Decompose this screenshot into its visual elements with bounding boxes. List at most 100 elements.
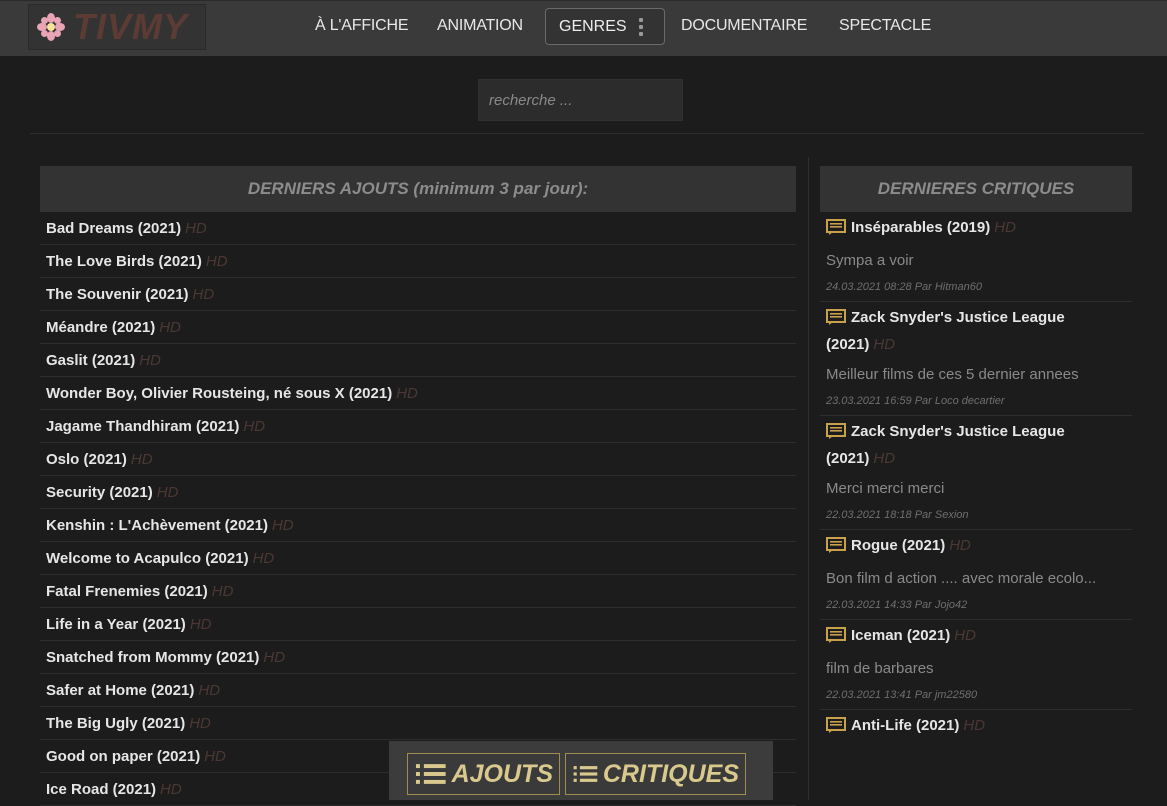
hd-badge: HD bbox=[156, 483, 179, 501]
kebab-menu-icon bbox=[638, 17, 643, 36]
hd-badge: HD bbox=[263, 648, 286, 666]
comment-icon bbox=[826, 423, 846, 447]
critique-meta: 22.03.2021 14:33 Par Jojo42 bbox=[820, 589, 1132, 620]
hd-badge: HD bbox=[139, 351, 161, 369]
column-divider bbox=[808, 157, 809, 800]
logo-text: TIVMY bbox=[73, 6, 189, 47]
critique-film: Anti-Life (2021) bbox=[851, 717, 960, 734]
list-item[interactable]: Oslo (2021) HD bbox=[40, 443, 796, 476]
list-icon bbox=[415, 764, 446, 784]
hd-badge: HD bbox=[130, 450, 153, 468]
critique-text: Sympa a voir bbox=[826, 252, 914, 269]
film-title: The Big Ugly (2021) bbox=[46, 714, 186, 732]
list-item[interactable]: Méandre (2021) HD bbox=[40, 311, 796, 344]
list-item[interactable]: The Love Birds (2021) HD bbox=[40, 245, 796, 278]
film-title: Fatal Frenemies (2021) bbox=[46, 582, 208, 600]
film-title: Méandre (2021) bbox=[46, 318, 156, 336]
critique-title[interactable]: Iceman (2021) HD bbox=[820, 620, 1132, 651]
nav-documentaire[interactable]: DOCUMENTAIRE bbox=[681, 17, 807, 35]
film-title: The Souvenir (2021) bbox=[46, 285, 189, 303]
hd-badge: HD bbox=[873, 450, 896, 467]
nav-spectacle[interactable]: SPECTACLE bbox=[839, 17, 931, 35]
film-title: Ice Road (2021) bbox=[46, 780, 157, 798]
film-title: Oslo (2021) bbox=[46, 450, 127, 468]
hd-badge: HD bbox=[189, 714, 211, 732]
hd-badge: HD bbox=[396, 384, 418, 402]
film-title: Good on paper (2021) bbox=[46, 747, 201, 765]
hd-badge: HD bbox=[185, 219, 207, 237]
critiques-button[interactable]: CRITIQUES bbox=[565, 753, 746, 795]
comment-icon bbox=[826, 219, 846, 243]
list-item[interactable]: The Big Ugly (2021) HD bbox=[40, 707, 796, 740]
critique-meta: 22.03.2021 13:41 Par jm22580 bbox=[820, 679, 1132, 710]
critique-title[interactable]: Inséparables (2019) HD bbox=[820, 212, 1132, 243]
hd-badge: HD bbox=[963, 717, 986, 734]
nav-animation[interactable]: ANIMATION bbox=[437, 17, 523, 35]
list-item[interactable]: The Souvenir (2021) HD bbox=[40, 278, 796, 311]
list-item[interactable]: Kenshin : L'Achèvement (2021) HD bbox=[40, 509, 796, 542]
list-item[interactable]: Gaslit (2021) HD bbox=[40, 344, 796, 377]
list-item[interactable]: Life in a Year (2021) HD bbox=[40, 608, 796, 641]
hd-badge: HD bbox=[949, 537, 971, 554]
critique-title[interactable]: Rogue (2021) HD bbox=[820, 530, 1132, 561]
hd-badge: HD bbox=[204, 747, 226, 765]
list-item[interactable]: Snatched from Mommy (2021) HD bbox=[40, 641, 796, 674]
critique-title[interactable]: Anti-Life (2021) HD bbox=[820, 710, 1132, 741]
hd-badge: HD bbox=[159, 318, 181, 336]
latest-critiques-header: DERNIERES CRITIQUES bbox=[820, 166, 1132, 212]
nav-genres-label: GENRES bbox=[559, 17, 627, 35]
critique-text: Merci merci merci bbox=[826, 480, 945, 497]
list-icon bbox=[573, 766, 598, 782]
film-title: Life in a Year (2021) bbox=[46, 615, 186, 633]
critique-film: Rogue (2021) bbox=[851, 537, 946, 554]
list-item[interactable]: Welcome to Acapulco (2021) HD bbox=[40, 542, 796, 575]
critique-meta: 23.03.2021 16:59 Par Loco decartier bbox=[820, 385, 1132, 416]
latest-critiques-list: Inséparables (2019) HD Sympa a voir 24.03.2… bbox=[820, 212, 1132, 741]
critique-text: Meilleur films de ces 5 dernier annees bbox=[826, 366, 1079, 383]
header-divider bbox=[30, 133, 1144, 134]
film-title: Wonder Boy, Olivier Rousteing, né sous X… bbox=[46, 384, 393, 402]
film-title: Welcome to Acapulco (2021) bbox=[46, 549, 249, 567]
critique-film: Zack Snyder's Justice League (2021) bbox=[826, 309, 1065, 353]
comment-icon bbox=[826, 309, 846, 333]
list-item[interactable]: Security (2021) HD bbox=[40, 476, 796, 509]
hd-badge: HD bbox=[271, 516, 294, 534]
hd-badge: HD bbox=[252, 549, 275, 567]
hd-badge: HD bbox=[192, 285, 215, 303]
film-title: Snatched from Mommy (2021) bbox=[46, 648, 260, 666]
list-item[interactable]: Wonder Boy, Olivier Rousteing, né sous X… bbox=[40, 377, 796, 410]
critique-text: film de barbares bbox=[826, 660, 934, 677]
film-title: Kenshin : L'Achèvement (2021) bbox=[46, 516, 268, 534]
film-title: Safer at Home (2021) bbox=[46, 681, 195, 699]
ajouts-label: AJOUTS bbox=[451, 759, 553, 788]
critique-film: Iceman (2021) bbox=[851, 627, 951, 644]
list-item[interactable]: Bad Dreams (2021) HD bbox=[40, 212, 796, 245]
hd-badge: HD bbox=[994, 219, 1016, 236]
critique-text: Bon film d action .... avec morale ecolo… bbox=[826, 570, 1097, 587]
film-title: Bad Dreams (2021) bbox=[46, 219, 182, 237]
critique-title[interactable]: Zack Snyder's Justice League (2021) HD bbox=[820, 302, 1132, 357]
comment-icon bbox=[826, 627, 846, 651]
film-title: Jagame Thandhiram (2021) bbox=[46, 417, 240, 435]
latest-additions-list: Bad Dreams (2021) HD The Love Birds (2021)… bbox=[40, 212, 796, 806]
floating-toolbar: AJOUTS CRITIQUES bbox=[389, 741, 773, 800]
hd-badge: HD bbox=[243, 417, 266, 435]
site-logo[interactable]: TIVMY bbox=[28, 4, 206, 50]
nav-a-l-affiche[interactable]: À L'AFFICHE bbox=[315, 17, 409, 35]
hd-badge: HD bbox=[873, 336, 896, 353]
flower-logo-icon bbox=[37, 13, 65, 41]
list-item[interactable]: Fatal Frenemies (2021) HD bbox=[40, 575, 796, 608]
hd-badge: HD bbox=[954, 627, 976, 644]
list-item[interactable]: Jagame Thandhiram (2021) HD bbox=[40, 410, 796, 443]
hd-badge: HD bbox=[198, 681, 221, 699]
critique-title[interactable]: Zack Snyder's Justice League (2021) HD bbox=[820, 416, 1132, 471]
hd-badge: HD bbox=[205, 252, 228, 270]
film-title: Gaslit (2021) bbox=[46, 351, 136, 369]
ajouts-button[interactable]: AJOUTS bbox=[407, 753, 560, 795]
list-item[interactable]: Safer at Home (2021) HD bbox=[40, 674, 796, 707]
search-input[interactable] bbox=[478, 79, 683, 121]
hd-badge: HD bbox=[189, 615, 212, 633]
critique-film: Inséparables (2019) bbox=[851, 219, 991, 236]
nav-genres-dropdown[interactable]: GENRES bbox=[545, 8, 665, 45]
critique-meta: 22.03.2021 18:18 Par Sexion bbox=[820, 499, 1132, 530]
